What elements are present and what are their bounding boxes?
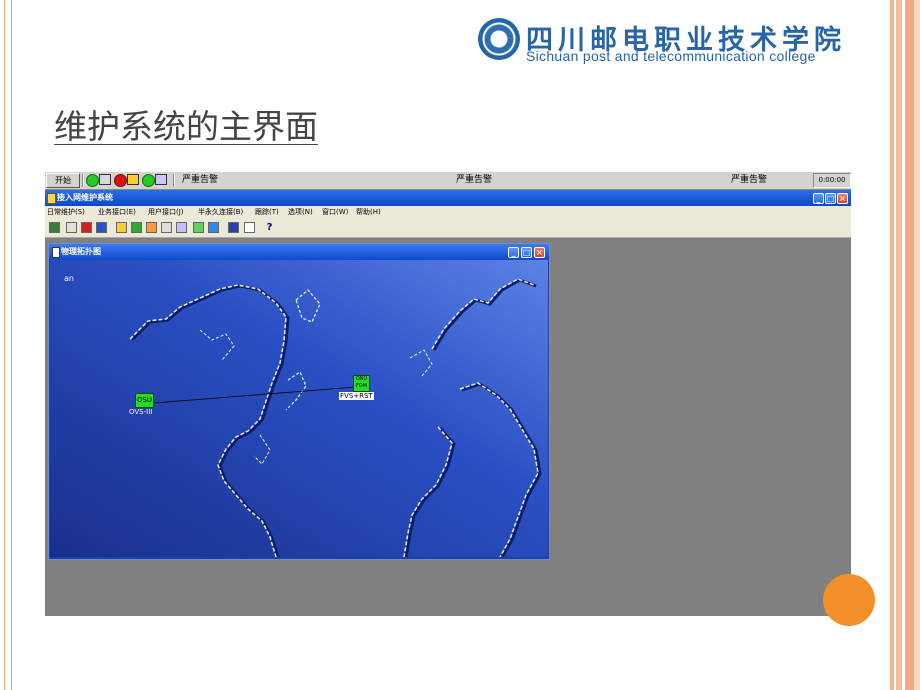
taskbar-separator [173, 174, 175, 187]
slide-title: 维护系统的主界面 [54, 107, 318, 146]
menu-semi-permanent[interactable]: 半永久连接(B) [198, 207, 243, 218]
status-red-icon[interactable] [114, 174, 127, 187]
board-tool-icon[interactable] [131, 222, 142, 233]
app-screenshot: 开始 严重告警 严重告警 严重告警 0:00:00 接入网维护系统 _ □ × … [45, 172, 851, 616]
menu-daily-maintenance[interactable]: 日常维护(S) [47, 207, 85, 218]
onu-node-label: ONU FDM [355, 376, 368, 389]
list-tool-icon[interactable] [96, 222, 107, 233]
menu-trace[interactable]: 跟踪(T) [255, 207, 279, 218]
osu-node[interactable]: OSU [135, 393, 154, 408]
app-titlebar: 接入网维护系统 _ □ × [45, 190, 851, 206]
config-tool-icon[interactable] [116, 222, 127, 233]
map-tag-label: an [64, 274, 74, 283]
minimize-button[interactable]: _ [813, 193, 824, 204]
save-tool-icon[interactable] [228, 222, 239, 233]
maximize-icon: □ [522, 248, 531, 257]
close-button[interactable]: × [837, 193, 848, 204]
onu-node[interactable]: ONU FDM [353, 375, 370, 392]
app-title: 接入网维护系统 [57, 193, 113, 202]
topology-window-icon [52, 247, 60, 258]
minimize-icon: _ [511, 248, 516, 257]
topology-close-button[interactable]: × [534, 247, 545, 258]
topology-title: 物理拓扑图 [61, 247, 101, 256]
toolbar: ? [45, 219, 851, 238]
osu-node-label: OSU [136, 396, 153, 404]
clock: 0:00:00 [813, 173, 851, 188]
map-background [50, 260, 548, 557]
undo-tool-icon[interactable] [81, 222, 92, 233]
college-emblem-icon [478, 18, 520, 60]
alarm-tool-icon[interactable] [146, 222, 157, 233]
log-tool-icon[interactable] [244, 222, 255, 233]
start-label: 开始 [55, 176, 71, 185]
onu-node-caption: FVS+RST [339, 392, 374, 400]
topology-window: 物理拓扑图 _ □ × an OSU OVS-III ONU FDM FVS+R… [48, 243, 550, 560]
alarm-label-middle: 严重告警 [456, 175, 493, 185]
college-logo: 四川邮电职业技术学院 Sichuan post and telecommunic… [478, 14, 878, 68]
topology-titlebar: 物理拓扑图 _ □ × [49, 244, 549, 260]
osu-node-caption: OVS-III [129, 408, 153, 416]
taskbar: 开始 严重告警 严重告警 严重告警 0:00:00 [45, 172, 851, 190]
chart-tool-icon[interactable] [193, 222, 204, 233]
left-border-decoration [4, 0, 12, 690]
menu-service-interface[interactable]: 业务接口(E) [98, 207, 136, 218]
maximize-icon: □ [826, 194, 835, 203]
logo-english-name: Sichuan post and telecommunication colle… [526, 48, 816, 64]
report-tool-icon[interactable] [176, 222, 187, 233]
maximize-button[interactable]: □ [825, 193, 836, 204]
close-icon: × [839, 194, 846, 203]
topology-map [50, 260, 548, 557]
alarm-label-left: 严重告警 [182, 175, 219, 185]
network-icon[interactable] [99, 174, 111, 185]
right-stripe-decoration [884, 0, 920, 690]
help-icon[interactable]: ? [264, 222, 275, 233]
alarm-label-right: 严重告警 [731, 175, 768, 185]
app-icon [47, 193, 56, 204]
alarm-panel-icon[interactable] [127, 174, 139, 185]
topology-maximize-button[interactable]: □ [521, 247, 532, 258]
taskbar-separator [82, 174, 84, 187]
start-button[interactable]: 开始 [46, 173, 80, 188]
menu-help[interactable]: 帮助(H) [356, 207, 381, 218]
image-tool-icon[interactable] [208, 222, 219, 233]
status-green-icon[interactable] [86, 174, 99, 187]
menu-options[interactable]: 选项(N) [288, 207, 313, 218]
close-icon: × [536, 248, 543, 257]
minimize-icon: _ [816, 194, 821, 203]
menubar: 日常维护(S) 业务接口(E) 用户接口(J) 半永久连接(B) 跟踪(T) 选… [45, 206, 851, 219]
pointer-tool-icon[interactable] [66, 222, 77, 233]
print-tool-icon[interactable] [161, 222, 172, 233]
status-green-icon-2[interactable] [142, 174, 155, 187]
menu-window[interactable]: 窗口(W) [322, 207, 348, 218]
menu-user-interface[interactable]: 用户接口(J) [148, 207, 184, 218]
connect-tool-icon[interactable] [49, 222, 60, 233]
topology-minimize-button[interactable]: _ [508, 247, 519, 258]
link-icon[interactable] [155, 174, 167, 185]
orange-circle-decoration [823, 574, 875, 626]
